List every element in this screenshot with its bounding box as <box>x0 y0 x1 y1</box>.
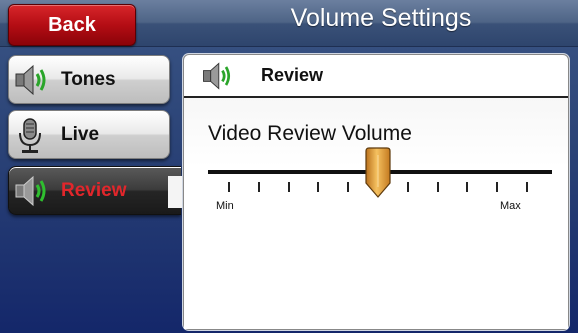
slider-max-label: Max <box>500 200 521 212</box>
slider-tick <box>287 182 290 192</box>
panel-title: Review <box>261 65 324 85</box>
back-button[interactable]: Back <box>8 4 136 46</box>
slider-tick <box>466 182 469 192</box>
speaker-icon <box>15 64 46 95</box>
slider-tick <box>228 182 230 192</box>
microphone-icon <box>19 117 41 153</box>
sidebar-item-label: Live <box>61 123 100 145</box>
volume-slider-thumb[interactable] <box>363 147 393 199</box>
sidebar-item-live[interactable]: Live <box>8 110 170 159</box>
sidebar-item-review[interactable]: Review <box>8 166 181 215</box>
page-title: Volume Settings <box>290 4 472 32</box>
slider-tick <box>436 182 439 192</box>
settings-panel: Review Video Review Volume Min Max <box>183 54 569 330</box>
slider-tick <box>317 182 320 192</box>
slider-label: Video Review Volume <box>208 122 412 145</box>
speaker-icon <box>15 175 46 206</box>
slider-tick <box>496 182 499 192</box>
speaker-icon <box>203 61 231 90</box>
panel-body: Video Review Volume Min Max <box>184 98 568 329</box>
top-bar: Back Volume Settings <box>0 0 578 47</box>
slider-tick <box>526 182 528 192</box>
slider-tick <box>257 182 260 192</box>
slider-min-label: Min <box>216 200 234 212</box>
sidebar-item-label: Tones <box>61 68 116 90</box>
slider-tick <box>347 182 350 192</box>
sidebar-item-tones[interactable]: Tones <box>8 55 170 104</box>
slider-tick <box>406 182 409 192</box>
sidebar-item-label: Review <box>61 179 127 201</box>
panel-header: Review <box>184 55 568 98</box>
